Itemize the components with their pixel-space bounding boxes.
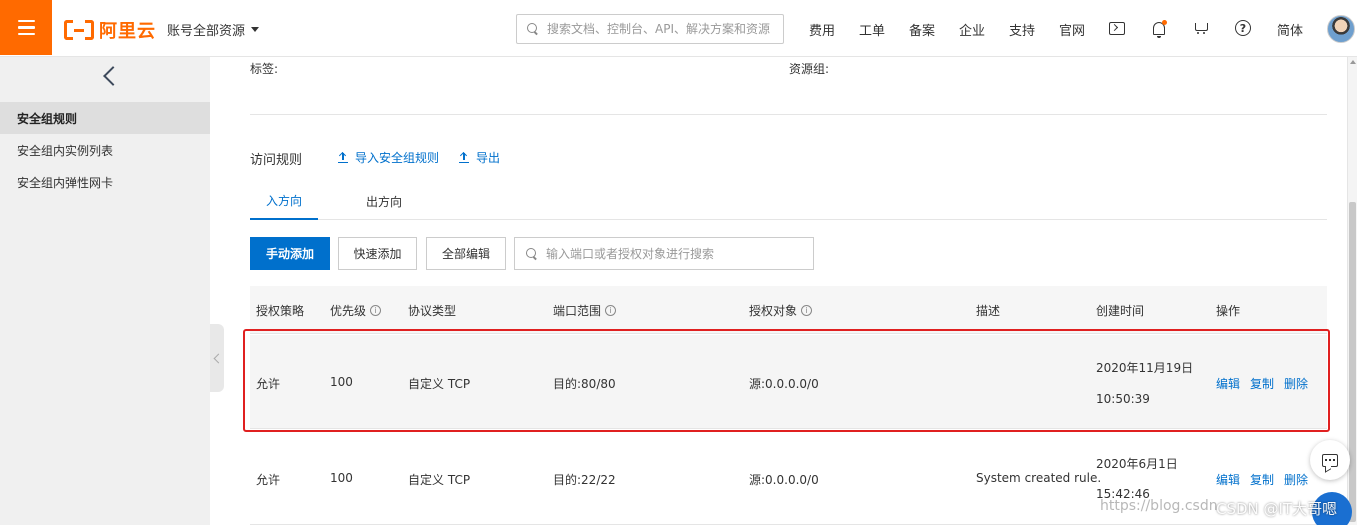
- col-port-label: 端口范围: [553, 303, 602, 318]
- aliyun-logo[interactable]: 阿里云: [64, 17, 156, 43]
- cart-icon[interactable]: [1191, 18, 1211, 38]
- col-actions: 操作: [1216, 303, 1241, 318]
- col-source: 授权对象 i: [749, 286, 813, 334]
- cell-policy: 允许: [256, 377, 281, 391]
- watermark-url: https://blog.csdn: [1100, 498, 1218, 514]
- cell-protocol: 自定义 TCP: [408, 473, 471, 487]
- delete-link[interactable]: 删除: [1284, 471, 1308, 488]
- rule-search-input[interactable]: [546, 246, 806, 261]
- account-label: 账号全部资源: [167, 24, 246, 39]
- global-search[interactable]: [516, 14, 784, 44]
- scroll-up-icon[interactable]: [1350, 60, 1356, 64]
- chat-support-button[interactable]: [1310, 440, 1350, 480]
- cell-date: 2020年11月19日: [1096, 361, 1194, 375]
- export-icon: [459, 152, 469, 163]
- edit-link[interactable]: 编辑: [1216, 375, 1240, 392]
- col-created: 创建时间: [1096, 303, 1145, 318]
- nav-enterprise[interactable]: 企业: [959, 20, 985, 39]
- cell-priority: 100: [330, 375, 353, 389]
- nav-icp[interactable]: 备案: [909, 20, 935, 39]
- search-icon: [526, 247, 538, 260]
- menu-icon[interactable]: [0, 0, 52, 55]
- tab-outbound[interactable]: 出方向: [350, 182, 418, 220]
- cell-source: 源:0.0.0.0/0: [749, 377, 819, 391]
- aliyun-logo-icon: [64, 20, 94, 40]
- delete-link[interactable]: 删除: [1284, 375, 1308, 392]
- col-description: 描述: [976, 303, 1001, 318]
- nav-tickets[interactable]: 工单: [859, 20, 885, 39]
- import-rules-link[interactable]: 导入安全组规则: [338, 149, 439, 166]
- avatar[interactable]: [1327, 15, 1355, 43]
- sidebar-item-eni[interactable]: 安全组内弹性网卡: [0, 166, 210, 198]
- info-icon[interactable]: i: [801, 304, 813, 316]
- table-row: 允许 100 自定义 TCP 目的:80/80 源:0.0.0.0/0 2020…: [250, 335, 1327, 429]
- divider: [250, 114, 1327, 115]
- sidebar-item-sg-rules[interactable]: 安全组规则: [0, 102, 210, 134]
- table-header: 授权策略 优先级 i 协议类型 端口范围 i 授权对象 i 描述 创建时间 操作: [250, 286, 1327, 334]
- main-content: 标签: 资源组: 访问规则 导入安全组规则 导出 入方向 出方向 手动添加 快速…: [210, 57, 1347, 525]
- rule-filter[interactable]: [514, 237, 814, 270]
- col-priority-label: 优先级: [330, 303, 367, 318]
- col-protocol: 协议类型: [408, 303, 457, 318]
- cell-description: System created rule.: [976, 471, 1102, 485]
- row-actions: 编辑 复制 删除: [1216, 375, 1308, 392]
- account-selector[interactable]: 账号全部资源: [167, 20, 260, 39]
- tag-label: 标签:: [250, 62, 279, 76]
- resource-group-label: 资源组:: [789, 62, 830, 76]
- quick-add-button[interactable]: 快速添加: [338, 237, 417, 270]
- col-source-label: 授权对象: [749, 303, 798, 318]
- cell-port: 目的:22/22: [553, 473, 616, 487]
- chat-icon: [1322, 453, 1338, 467]
- cell-port: 目的:80/80: [553, 377, 616, 391]
- bell-icon[interactable]: [1149, 18, 1169, 38]
- tab-inbound[interactable]: 入方向: [250, 182, 318, 220]
- row-actions: 编辑 复制 删除: [1216, 471, 1308, 488]
- cell-source: 源:0.0.0.0/0: [749, 473, 819, 487]
- watermark-brand: CSDN @IT大哥嗯: [1216, 500, 1338, 518]
- edit-link[interactable]: 编辑: [1216, 471, 1240, 488]
- import-rules-label: 导入安全组规则: [355, 151, 440, 165]
- sidebar: 安全组规则 安全组内实例列表 安全组内弹性网卡: [0, 57, 210, 525]
- cell-priority: 100: [330, 471, 353, 485]
- info-icon[interactable]: i: [370, 304, 382, 316]
- nav-support[interactable]: 支持: [1009, 20, 1035, 39]
- help-icon[interactable]: ?: [1233, 18, 1253, 38]
- cell-time: 10:50:39: [1096, 392, 1150, 406]
- search-icon: [527, 23, 539, 35]
- logo-text: 阿里云: [99, 21, 156, 42]
- terminal-icon[interactable]: [1107, 18, 1127, 38]
- copy-link[interactable]: 复制: [1250, 375, 1274, 392]
- manual-add-button[interactable]: 手动添加: [250, 237, 330, 270]
- notification-dot: [1162, 19, 1167, 25]
- col-policy: 授权策略: [256, 303, 305, 318]
- export-label: 导出: [476, 151, 501, 165]
- back-chevron-icon[interactable]: [103, 66, 123, 86]
- nav-billing[interactable]: 费用: [809, 20, 835, 39]
- col-priority: 优先级 i: [330, 286, 382, 334]
- cell-date: 2020年6月1日: [1096, 457, 1178, 471]
- caret-down-icon: [251, 27, 260, 32]
- copy-link[interactable]: 复制: [1250, 471, 1274, 488]
- global-search-input[interactable]: [547, 22, 777, 36]
- edit-all-button[interactable]: 全部编辑: [426, 237, 506, 270]
- export-link[interactable]: 导出: [459, 149, 500, 166]
- scrollbar-thumb[interactable]: [1349, 202, 1356, 522]
- cell-policy: 允许: [256, 473, 281, 487]
- top-navbar: 阿里云 账号全部资源 费用 工单 备案 企业 支持 官网 ? 简体: [0, 0, 1357, 57]
- info-icon[interactable]: i: [605, 304, 617, 316]
- import-icon: [338, 152, 348, 163]
- language-switch[interactable]: 简体: [1277, 20, 1303, 39]
- col-port: 端口范围 i: [553, 286, 617, 334]
- sidebar-item-instances[interactable]: 安全组内实例列表: [0, 134, 210, 166]
- nav-website[interactable]: 官网: [1059, 20, 1085, 39]
- direction-tabs: 入方向 出方向: [250, 182, 1327, 220]
- section-title: 访问规则: [250, 153, 303, 168]
- cell-protocol: 自定义 TCP: [408, 377, 471, 391]
